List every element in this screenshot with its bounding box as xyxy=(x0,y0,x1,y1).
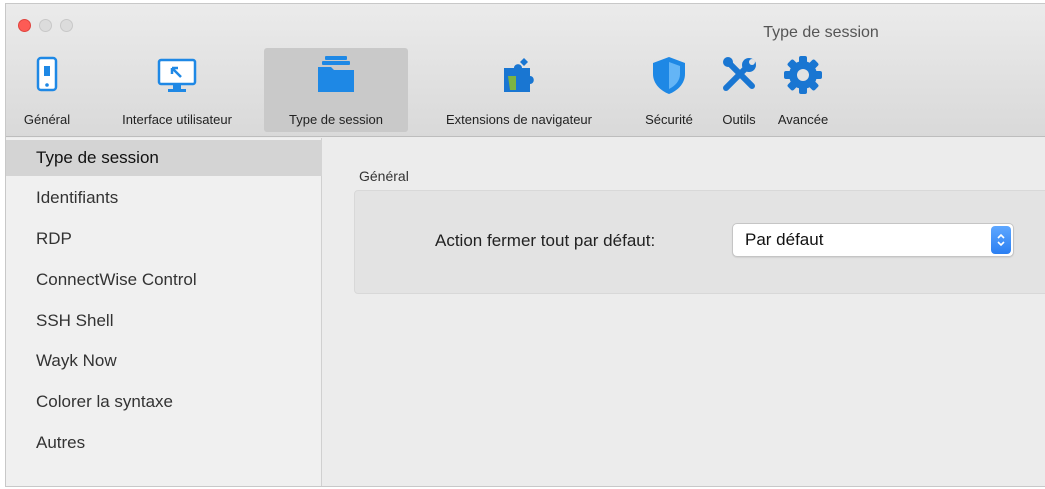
toolbar-item-advanced[interactable]: Avancée xyxy=(770,48,836,132)
sidebar-item-ssh-shell[interactable]: SSH Shell xyxy=(6,303,322,339)
phone-icon xyxy=(36,56,58,92)
zoom-window-button[interactable] xyxy=(60,19,73,32)
tools-icon xyxy=(723,57,756,91)
preferences-window: Type de session Général Interface utilis… xyxy=(5,3,1045,487)
close-all-action-select[interactable]: Par défaut xyxy=(732,223,1014,257)
toolbar-item-general[interactable]: Général xyxy=(8,48,86,132)
sidebar-item-connectwise-control[interactable]: ConnectWise Control xyxy=(6,262,322,298)
sidebar-item-rdp[interactable]: RDP xyxy=(6,221,322,257)
toolbar-item-session-type[interactable]: Type de session xyxy=(264,48,408,132)
toolbar-item-label: Extensions de navigateur xyxy=(446,112,592,127)
settings-group: Action fermer tout par défaut: Par défau… xyxy=(354,190,1045,294)
toolbar-item-tools[interactable]: Outils xyxy=(710,48,768,132)
sidebar: Type de session Identifiants RDP Connect… xyxy=(6,138,322,486)
sidebar-item-session-type[interactable]: Type de session xyxy=(6,140,322,176)
sidebar-item-wayk-now[interactable]: Wayk Now xyxy=(6,343,322,379)
shield-icon xyxy=(653,57,685,94)
sidebar-item-others[interactable]: Autres xyxy=(6,425,322,461)
toolbar-item-label: Interface utilisateur xyxy=(122,112,232,127)
puzzle-icon xyxy=(504,58,534,92)
monitor-icon xyxy=(157,58,197,92)
select-value: Par défaut xyxy=(745,230,824,249)
main-panel: Général Action fermer tout par défaut: P… xyxy=(323,138,1045,486)
toolbar-item-label: Avancée xyxy=(777,112,829,127)
sidebar-item-syntax-coloring[interactable]: Colorer la syntaxe xyxy=(6,384,322,420)
updown-chevron-icon xyxy=(991,226,1011,254)
window-title: Type de session xyxy=(763,24,879,41)
gear-icon xyxy=(784,56,822,94)
toolbar-item-label: Type de session xyxy=(289,112,383,127)
minimize-window-button[interactable] xyxy=(39,19,52,32)
toolbar-item-security[interactable]: Sécurité xyxy=(630,48,708,132)
toolbar: Type de session Général Interface utilis… xyxy=(6,4,1045,137)
toolbar-item-label: Sécurité xyxy=(645,112,693,127)
toolbar-item-label: Général xyxy=(23,112,71,127)
close-window-button[interactable] xyxy=(18,19,31,32)
sidebar-item-credentials[interactable]: Identifiants xyxy=(6,180,322,216)
toolbar-item-interface[interactable]: Interface utilisateur xyxy=(94,48,260,132)
section-title: Général xyxy=(359,168,409,184)
folder-icon xyxy=(318,56,354,92)
toolbar-item-label: Outils xyxy=(722,112,756,127)
toolbar-item-browser-extensions[interactable]: Extensions de navigateur xyxy=(412,48,626,132)
close-all-action-label: Action fermer tout par défaut: xyxy=(435,231,656,250)
